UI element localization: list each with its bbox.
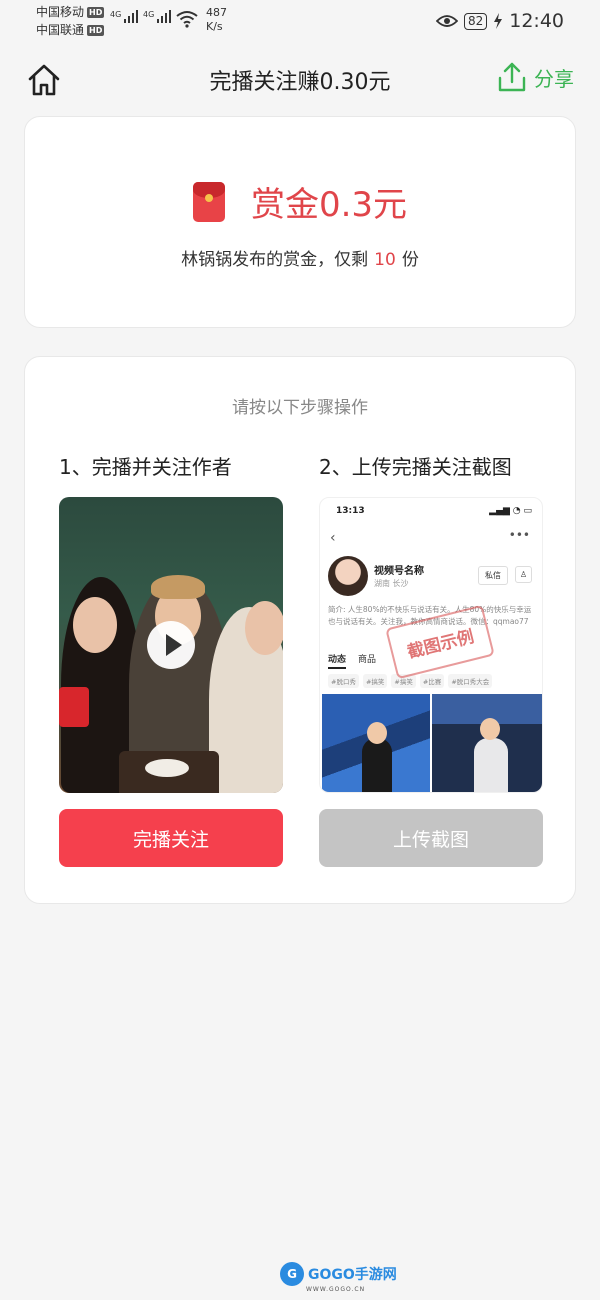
carrier-info: 中国移动 HD 中国联通 HD [36, 3, 105, 39]
watermark-brand: GOGO手游网 [308, 1267, 397, 1283]
watermark-logo: G GOGO手游网 [280, 1262, 397, 1286]
eye-icon [435, 15, 458, 27]
share-icon [498, 62, 526, 92]
red-packet-icon [192, 181, 225, 222]
gogo-logo-icon: G [280, 1262, 304, 1286]
bounty-desc-prefix: 林锅锅发布的赏金，仅剩 [181, 250, 369, 270]
example-tab-active: 动态 [328, 652, 347, 669]
carrier1-label: 中国移动 [36, 5, 85, 19]
tag: #脱口秀大会 [448, 674, 493, 688]
video-thumbnail[interactable] [59, 497, 283, 793]
example-video-thumb [322, 694, 430, 792]
status-bar: 中国移动 HD 中国联通 HD 4G 4G 487 K/s 82 12:40 [0, 0, 600, 44]
clock: 12:40 [509, 10, 564, 32]
upload-screenshot-button[interactable]: 上传截图 [319, 809, 543, 867]
bounty-card: 赏金0.3元 林锅锅发布的赏金，仅剩 10 份 [24, 116, 576, 328]
bounty-description: 林锅锅发布的赏金，仅剩 10 份 [25, 245, 575, 270]
example-location: 湖南 长沙 [374, 579, 409, 588]
wifi-icon [176, 11, 198, 28]
step2-title: 2、上传完播关注截图 [319, 455, 512, 479]
example-time: 13:13 [336, 506, 365, 516]
screenshot-example: 13:13 ▂▄▆ ◔ ▭ ‹ ••• 视频号名称 湖南 长沙 私信 ♙ 简介:… [319, 497, 543, 793]
steps-hint: 请按以下步骤操作 [232, 398, 368, 418]
carrier2-label: 中国联通 [36, 23, 85, 37]
complete-follow-button[interactable]: 完播关注 [59, 809, 283, 867]
signal-icon: 4G [143, 10, 172, 23]
example-tabs: 动态 商品 [328, 652, 376, 669]
play-button[interactable] [147, 621, 195, 669]
signal-icon: 4G [110, 10, 139, 23]
share-button[interactable]: 分享 [498, 62, 574, 92]
share-label: 分享 [534, 66, 574, 91]
bounty-desc-suffix: 份 [401, 250, 419, 270]
step1-title: 1、完播并关注作者 [59, 455, 232, 479]
tag: #脱口秀 [328, 674, 359, 688]
follow-icon: ♙ [514, 566, 532, 583]
tag: #比赛 [419, 674, 445, 688]
example-tags: #脱口秀 #搞笑 #搞笑 #比赛 #脱口秀大会 [328, 674, 538, 688]
watermark-url: WWW.GOGO.CN [306, 1286, 366, 1293]
avatar [328, 556, 368, 596]
tag: #搞笑 [362, 674, 388, 688]
bounty-amount: 赏金0.3元 [250, 185, 408, 225]
battery-indicator: 82 [463, 12, 488, 30]
remaining-count: 10 [374, 250, 396, 270]
example-status-icons: ▂▄▆ ◔ ▭ [489, 506, 532, 516]
network-speed: 487 K/s [206, 6, 227, 33]
example-dm-button: 私信 [478, 566, 508, 585]
header: 完播关注赚0.30元 分享 [0, 50, 600, 110]
more-icon: ••• [508, 528, 530, 542]
steps-card: 请按以下步骤操作 1、完播并关注作者 2、上传完播关注截图 13:13 ▂▄▆ … [24, 356, 576, 904]
example-video-thumb [432, 694, 542, 792]
example-channel-name: 视频号名称 [374, 566, 424, 577]
hd-badge: HD [87, 24, 105, 36]
hd-badge: HD [87, 6, 105, 18]
charging-icon [494, 13, 503, 29]
back-icon: ‹ [330, 530, 336, 546]
example-tab: 商品 [358, 655, 377, 665]
